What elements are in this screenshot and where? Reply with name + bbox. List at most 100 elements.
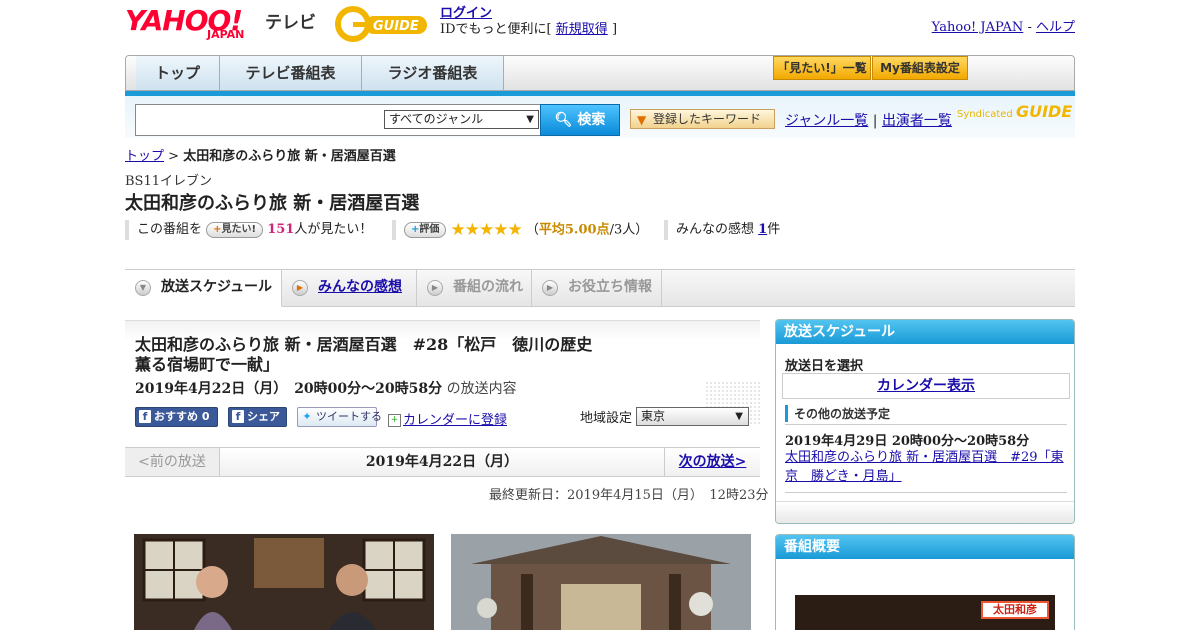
header: YAHOO! JAPAN テレビ GUIDE ログイン IDでもっと便利に[ 新… bbox=[125, 4, 1075, 50]
schedule-box: 放送スケジュール 放送日を選択 カレンダー表示 その他の放送予定 2019年4月… bbox=[775, 319, 1075, 524]
review-stat: みんなの感想 1件 bbox=[664, 220, 780, 240]
facebook-recommend-button[interactable]: f おすすめ 0 bbox=[135, 407, 218, 427]
chevron-down-icon: ▼ bbox=[526, 114, 534, 125]
twitter-bird-icon: ✦ bbox=[302, 410, 312, 423]
breadcrumb-current: 太田和彦のふらり旅 新・居酒屋百選 bbox=[183, 149, 396, 164]
tab-program-flow[interactable]: ▶ 番組の流れ bbox=[417, 270, 532, 306]
calendar-display-button[interactable]: カレンダー表示 bbox=[782, 373, 1070, 399]
tweet-button[interactable]: ✦ ツイートする bbox=[297, 407, 382, 427]
schedule-heading: 放送スケジュール bbox=[776, 320, 1074, 344]
other-broadcast-time: 2019年4月29日 20時00分～20時58分 bbox=[785, 434, 1030, 449]
gguide-logo[interactable]: GUIDE bbox=[335, 6, 431, 42]
rating-average: 平均5.00点 bbox=[538, 222, 610, 238]
overview-sign: 太田和彦 bbox=[981, 601, 1049, 619]
nav-tab-radio-guide[interactable]: ラジオ番組表 bbox=[362, 56, 504, 90]
select-date-label: 放送日を選択 bbox=[785, 359, 864, 374]
izakaya-scene-image bbox=[134, 534, 434, 630]
tab-broadcast-schedule-label: 放送スケジュール bbox=[161, 279, 273, 295]
syndicated-badge: Syndicated GUIDE bbox=[957, 102, 1072, 121]
signup-link[interactable]: 新規取得 bbox=[556, 22, 608, 37]
region-select[interactable]: 東京 ▼ bbox=[636, 407, 749, 426]
login-bracket: ] bbox=[611, 22, 618, 37]
facebook-recommend-label: おすすめ 0 bbox=[154, 410, 210, 423]
play-icon: ▶ bbox=[542, 280, 558, 296]
tab-useful-info[interactable]: ▶ お役立ち情報 bbox=[532, 270, 662, 306]
search-links-divider: | bbox=[872, 113, 878, 129]
calendar-register-link[interactable]: カレンダーに登録 bbox=[403, 413, 507, 428]
login-text: IDでもっと便利に[ bbox=[440, 22, 552, 37]
next-broadcast-link[interactable]: 次の放送> bbox=[664, 448, 760, 476]
mitai-list-button[interactable]: 「見たい!」一覧 bbox=[773, 56, 871, 80]
triangle-down-icon: ▼ bbox=[637, 113, 647, 127]
pager-date: 2019年4月22日（月） bbox=[365, 454, 519, 470]
my-guide-settings-button[interactable]: My番組表設定 bbox=[872, 56, 968, 80]
search-button[interactable]: 🔍︎ 検索 bbox=[540, 104, 620, 136]
mitai-prefix: この番組を bbox=[137, 222, 203, 237]
breadcrumb-sep: > bbox=[168, 149, 180, 164]
mitai-count: 151 bbox=[267, 222, 295, 237]
calendar-add-icon: + bbox=[388, 414, 401, 427]
broadcast-pager: <前の放送 2019年4月22日（月） 次の放送> bbox=[125, 447, 760, 477]
search-bar: すべてのジャンル ▼ 🔍︎ 検索 ▼ 登録したキーワード ジャンル一覧 | 出演… bbox=[125, 96, 1075, 138]
episode-title: 太田和彦のふらり旅 新・居酒屋百選 #28「松戸 徳川の歴史薫る宿場町で一献」 bbox=[135, 335, 593, 374]
channel-name: BS11イレブン bbox=[125, 174, 213, 189]
nav-tab-top[interactable]: トップ bbox=[136, 56, 220, 90]
rate-button[interactable]: +評価 bbox=[404, 222, 447, 238]
tv-logo[interactable]: テレビ bbox=[265, 8, 316, 33]
episode-datetime-value: 2019年4月22日（月） 20時00分～20時58分 bbox=[135, 381, 443, 397]
review-suffix: 件 bbox=[767, 222, 781, 237]
prev-broadcast-button[interactable]: <前の放送 bbox=[125, 448, 220, 476]
cast-list-link[interactable]: 出演者一覧 bbox=[882, 113, 952, 129]
episode-datetime-suffix: の放送内容 bbox=[446, 381, 517, 397]
region-select-value: 東京 bbox=[641, 409, 666, 423]
other-broadcasts-label: その他の放送予定 bbox=[785, 405, 890, 422]
tab-reviews[interactable]: ▶ みんなの感想 bbox=[282, 270, 417, 306]
play-icon: ▶ bbox=[292, 280, 308, 296]
star-rating-icon: ★★★★★ bbox=[450, 220, 523, 240]
breadcrumb-top-link[interactable]: トップ bbox=[125, 149, 164, 164]
tab-broadcast-schedule[interactable]: ▼ 放送スケジュール bbox=[125, 270, 282, 307]
syndicated-logo: GUIDE bbox=[1015, 102, 1073, 121]
calendar-register[interactable]: + カレンダーに登録 bbox=[388, 409, 507, 428]
genre-list-link[interactable]: ジャンル一覧 bbox=[785, 113, 868, 129]
registered-keywords-button[interactable]: ▼ 登録したキーワード bbox=[630, 109, 775, 129]
yahoo-japan-label: JAPAN bbox=[207, 28, 245, 41]
genre-select[interactable]: すべてのジャンル ▼ bbox=[384, 110, 539, 129]
top-links: Yahoo! JAPAN - ヘルプ bbox=[932, 16, 1075, 35]
schedule-box-footer bbox=[776, 501, 1074, 523]
rating-count: /3人） bbox=[609, 222, 649, 238]
review-label: みんなの感想 bbox=[676, 222, 755, 237]
other-broadcast-link[interactable]: 太田和彦のふらり旅 新・居酒屋百選 #29「東京 勝どき・月島」 bbox=[785, 448, 1065, 486]
mitai-button[interactable]: +見たい! bbox=[206, 221, 264, 238]
top-links-sep: - bbox=[1027, 20, 1032, 35]
last-updated: 最終更新日：2019年4月15日（月） 12時23分 bbox=[489, 488, 769, 503]
login-area: ログイン IDでもっと便利に[ 新規取得 ] bbox=[440, 6, 617, 38]
rating-open: （ bbox=[525, 222, 539, 238]
play-icon: ▶ bbox=[427, 280, 443, 296]
main-nav: トップ テレビ番組表 ラジオ番組表 「見たい!」一覧 My番組表設定 bbox=[125, 55, 1075, 91]
overview-heading: 番組概要 bbox=[776, 535, 1074, 559]
search-links: ジャンル一覧 | 出演者一覧 bbox=[785, 110, 952, 130]
review-count-link[interactable]: 1 bbox=[758, 222, 767, 237]
plus-icon: + bbox=[213, 223, 222, 235]
episode-photo-izakaya bbox=[134, 534, 434, 630]
tweet-label: ツイートする bbox=[316, 410, 382, 423]
mitai-button-label: 見たい! bbox=[221, 223, 257, 235]
chevron-down-icon: ▼ bbox=[735, 411, 743, 422]
login-link[interactable]: ログイン bbox=[440, 6, 492, 21]
facebook-share-label: シェア bbox=[247, 410, 280, 423]
facebook-share-button[interactable]: f シェア bbox=[228, 407, 287, 427]
chevron-down-icon: ▼ bbox=[135, 280, 151, 296]
nav-tab-tv-guide[interactable]: テレビ番組表 bbox=[220, 56, 362, 90]
divider bbox=[785, 492, 1067, 493]
yahoo-japan-link[interactable]: Yahoo! JAPAN bbox=[932, 20, 1024, 35]
facebook-icon: f bbox=[139, 410, 151, 423]
help-link[interactable]: ヘルプ bbox=[1036, 20, 1075, 35]
episode-panel: 太田和彦のふらり旅 新・居酒屋百選 #28「松戸 徳川の歴史薫る宿場町で一献」 … bbox=[125, 320, 760, 445]
divider bbox=[785, 424, 1067, 425]
shrine-scene-image bbox=[451, 534, 751, 630]
syndicated-text: Syndicated bbox=[957, 109, 1013, 120]
rate-button-label: 評価 bbox=[419, 224, 440, 235]
search-button-label: 検索 bbox=[577, 112, 606, 128]
facebook-icon: f bbox=[232, 410, 244, 423]
